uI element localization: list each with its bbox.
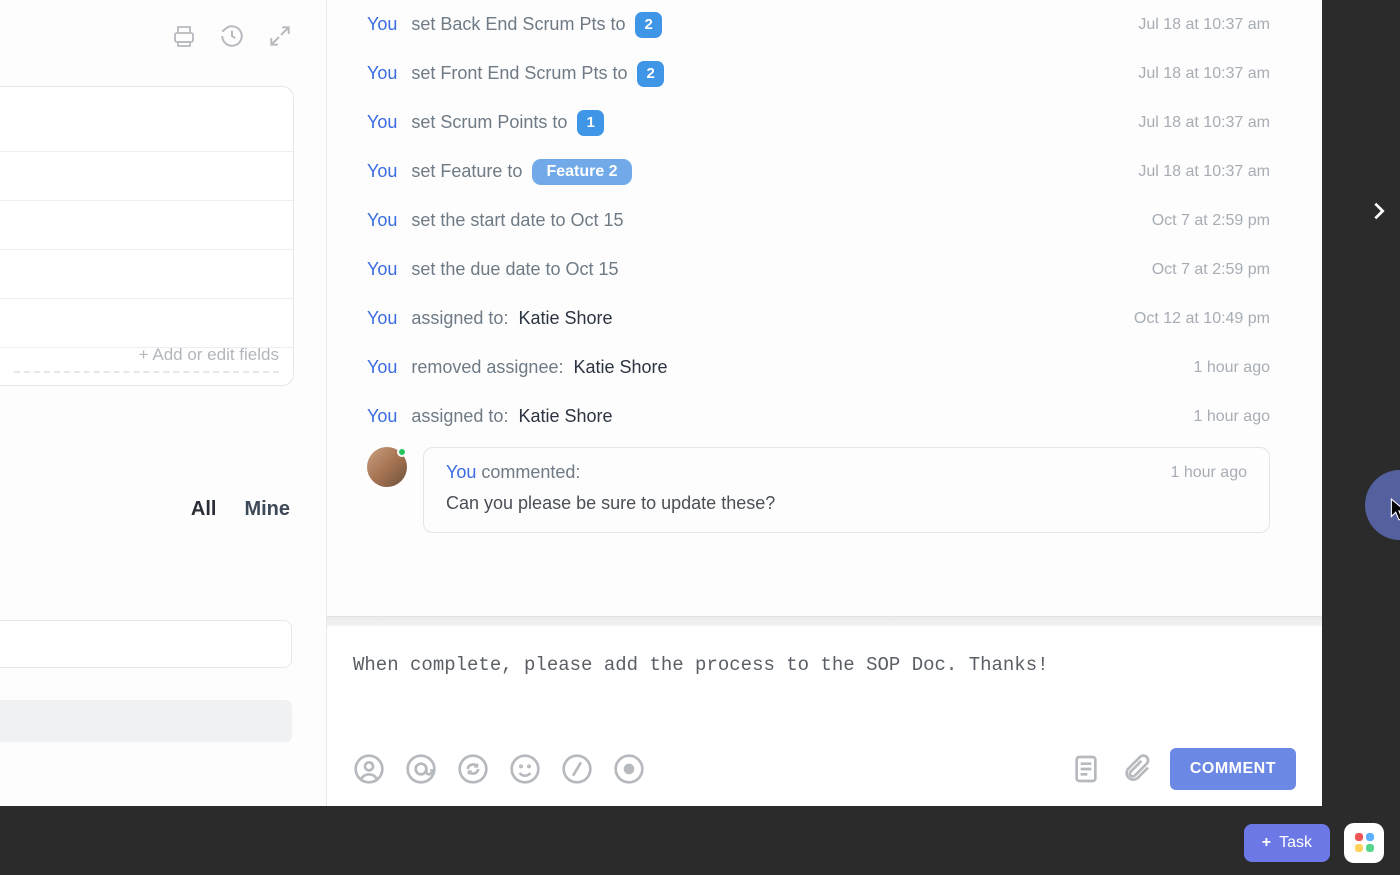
timestamp: Jul 18 at 10:37 am bbox=[1138, 163, 1270, 181]
actor-link[interactable]: You bbox=[367, 210, 397, 231]
new-task-label: Task bbox=[1279, 834, 1312, 852]
slash-command-icon[interactable] bbox=[561, 753, 593, 785]
timestamp: 1 hour ago bbox=[1170, 464, 1247, 482]
timestamp: Oct 7 at 2:59 pm bbox=[1152, 212, 1270, 230]
activity-text: removed assignee: bbox=[411, 357, 563, 378]
activity-text: set the start date to Oct 15 bbox=[411, 210, 623, 231]
actor-link[interactable]: You bbox=[367, 161, 397, 182]
activity-text: set Feature to bbox=[411, 161, 522, 182]
activity-text: set Front End Scrum Pts to bbox=[411, 63, 627, 84]
cursor-pointer-icon bbox=[1390, 498, 1400, 522]
field-row[interactable] bbox=[0, 299, 293, 348]
plus-icon: + bbox=[1262, 834, 1271, 852]
cursor-highlight bbox=[1365, 470, 1400, 540]
assignee-name[interactable]: Katie Shore bbox=[518, 406, 612, 427]
value-badge: 1 bbox=[577, 110, 603, 136]
value-badge: 2 bbox=[635, 12, 661, 38]
activity-panel: You set Back End Scrum Pts to 2 Jul 18 at 1… bbox=[326, 0, 1322, 806]
activity-row: You set Front End Scrum Pts to 2 Jul 18 at … bbox=[327, 49, 1322, 98]
field-row[interactable] bbox=[0, 103, 293, 152]
activity-row: You assigned to: Katie Shore Oct 12 at 10:… bbox=[327, 294, 1322, 343]
activity-row: You set the due date to Oct 15 Oct 7 at 2:… bbox=[327, 245, 1322, 294]
comment-body: Can you please be sure to update these? bbox=[446, 493, 1247, 514]
assignee-name[interactable]: Katie Shore bbox=[518, 308, 612, 329]
activity-text: set Back End Scrum Pts to bbox=[411, 14, 625, 35]
assign-comment-icon[interactable] bbox=[353, 753, 385, 785]
refresh-icon[interactable] bbox=[457, 753, 489, 785]
timestamp: Jul 18 at 10:37 am bbox=[1138, 114, 1270, 132]
comment-input[interactable] bbox=[353, 654, 1296, 724]
timestamp: 1 hour ago bbox=[1193, 359, 1270, 377]
activity-text: assigned to: bbox=[411, 308, 508, 329]
actor-link[interactable]: You bbox=[446, 462, 476, 482]
timestamp: Jul 18 at 10:37 am bbox=[1138, 65, 1270, 83]
apps-button[interactable] bbox=[1344, 823, 1384, 863]
comment-label: commented: bbox=[481, 462, 580, 482]
custom-fields-card: + Add or edit fields bbox=[0, 86, 294, 386]
emoji-icon[interactable] bbox=[509, 753, 541, 785]
activity-text: assigned to: bbox=[411, 406, 508, 427]
activity-row: You assigned to: Katie Shore 1 hour ago bbox=[327, 392, 1322, 441]
activity-row: You set Back End Scrum Pts to 2 Jul 18 at 1… bbox=[327, 0, 1322, 49]
tab-mine[interactable]: Mine bbox=[244, 498, 290, 521]
activity-row: You removed assignee: Katie Shore 1 hour a… bbox=[327, 343, 1322, 392]
document-icon[interactable] bbox=[1070, 753, 1102, 785]
actor-link[interactable]: You bbox=[367, 112, 397, 133]
comment-submit-button[interactable]: COMMENT bbox=[1170, 748, 1296, 790]
tab-all[interactable]: All bbox=[191, 498, 217, 521]
field-row[interactable] bbox=[0, 250, 293, 299]
activity-row: You set the start date to Oct 15 Oct 7 at … bbox=[327, 196, 1322, 245]
timestamp: Jul 18 at 10:37 am bbox=[1138, 16, 1270, 34]
attachment-icon[interactable] bbox=[1120, 753, 1152, 785]
value-pill: Feature 2 bbox=[532, 159, 631, 185]
timestamp: Oct 12 at 10:49 pm bbox=[1134, 310, 1270, 328]
history-icon[interactable] bbox=[216, 20, 248, 52]
comment-composer: COMMENT bbox=[327, 626, 1322, 806]
actor-link[interactable]: You bbox=[367, 63, 397, 84]
activity-text: set the due date to Oct 15 bbox=[411, 259, 618, 280]
next-task-button[interactable] bbox=[1358, 190, 1400, 232]
expand-icon[interactable] bbox=[264, 20, 296, 52]
actor-link[interactable]: You bbox=[367, 259, 397, 280]
sidebar-footer-bar bbox=[0, 700, 292, 742]
timestamp: Oct 7 at 2:59 pm bbox=[1152, 261, 1270, 279]
sidebar-search-row[interactable] bbox=[0, 620, 292, 668]
print-icon[interactable] bbox=[168, 20, 200, 52]
record-icon[interactable] bbox=[613, 753, 645, 785]
activity-text: set Scrum Points to bbox=[411, 112, 567, 133]
comment-card: You commented: 1 hour ago Can you please… bbox=[367, 447, 1270, 533]
actor-link[interactable]: You bbox=[367, 357, 397, 378]
timestamp: 1 hour ago bbox=[1193, 408, 1270, 426]
composer-divider bbox=[327, 616, 1322, 626]
global-bottom-bar: + Task bbox=[0, 810, 1400, 875]
mention-icon[interactable] bbox=[405, 753, 437, 785]
new-task-button[interactable]: + Task bbox=[1244, 824, 1330, 862]
actor-link[interactable]: You bbox=[367, 14, 397, 35]
field-row[interactable] bbox=[0, 201, 293, 250]
value-badge: 2 bbox=[637, 61, 663, 87]
actor-link[interactable]: You bbox=[367, 308, 397, 329]
attachment-tabs: All Mine bbox=[0, 498, 290, 521]
task-sidebar: + Add or edit fields All Mine bbox=[0, 0, 326, 806]
add-edit-fields-button[interactable]: + Add or edit fields bbox=[14, 345, 279, 373]
presence-indicator bbox=[397, 447, 407, 457]
avatar[interactable] bbox=[367, 447, 407, 487]
activity-row: You set Feature to Feature 2 Jul 18 at 10:3… bbox=[327, 147, 1322, 196]
field-row[interactable] bbox=[0, 152, 293, 201]
assignee-name[interactable]: Katie Shore bbox=[573, 357, 667, 378]
actor-link[interactable]: You bbox=[367, 406, 397, 427]
activity-row: You set Scrum Points to 1 Jul 18 at 10:37 a… bbox=[327, 98, 1322, 147]
